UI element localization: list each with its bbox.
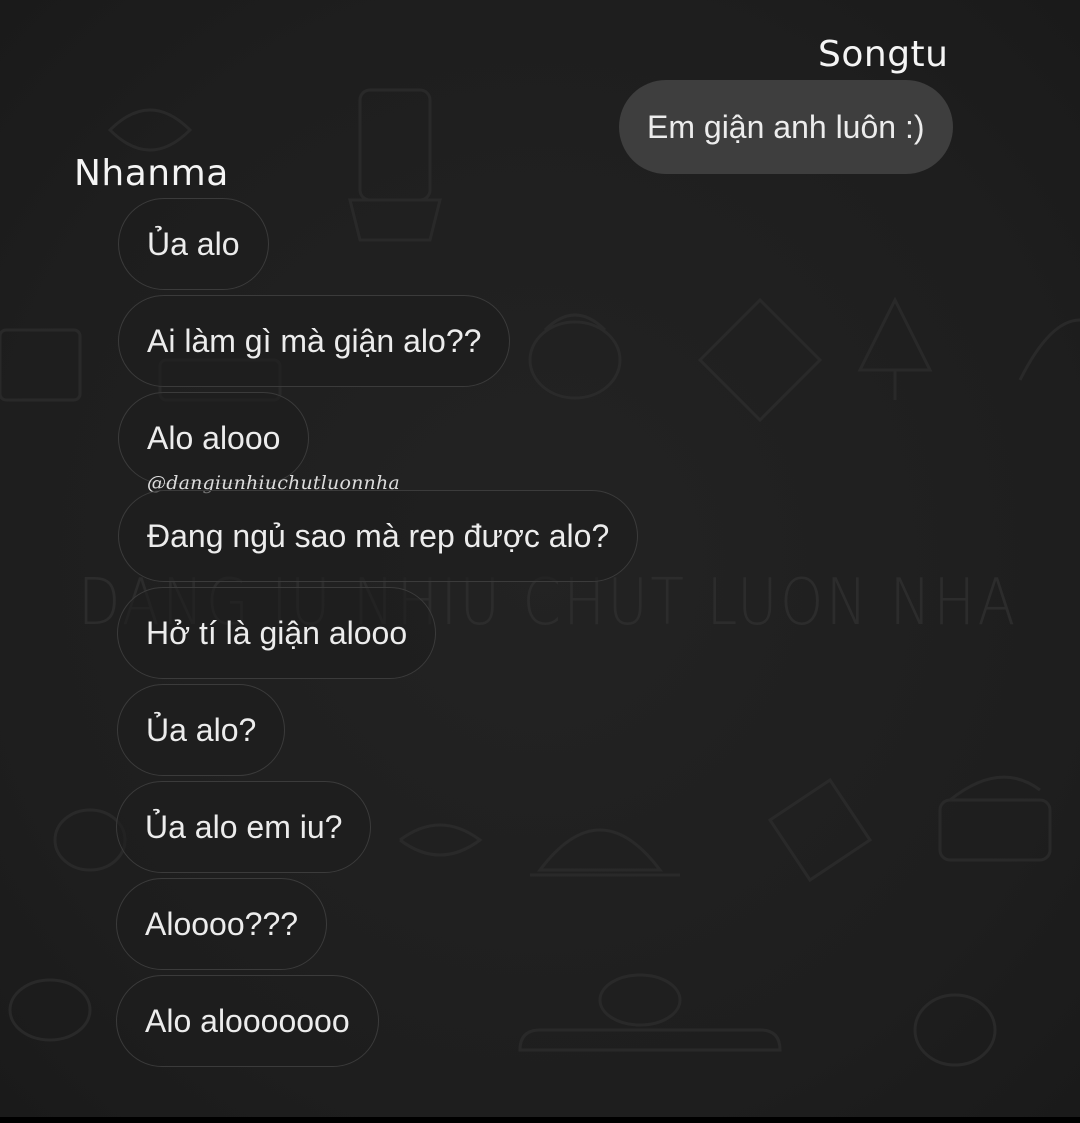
message-bubble-incoming[interactable]: Ủa alo — [118, 198, 269, 290]
message-bubble-outgoing[interactable]: Em giận anh luôn :) — [619, 80, 953, 174]
sender-name-outgoing: Songtu — [818, 34, 949, 75]
message-bubble-incoming[interactable]: Đang ngủ sao mà rep được alo? — [118, 490, 639, 582]
message-bubble-incoming[interactable]: Alo alooooooo — [116, 975, 379, 1067]
message-bubble-incoming[interactable]: Alo alooo — [118, 392, 310, 484]
message-bubble-incoming[interactable]: Ủa alo em iu? — [116, 781, 372, 873]
message-bubble-incoming[interactable]: Ủa alo? — [117, 684, 286, 776]
message-bubble-incoming[interactable]: Hở tí là giận alooo — [117, 587, 437, 679]
chat-screen: DANG IU NHIU CHUT LUON NHA Songtu Em giậ… — [0, 0, 1080, 1123]
message-bubble-incoming[interactable]: Aloooo??? — [116, 878, 328, 970]
bottom-edge — [0, 1117, 1080, 1123]
message-bubble-incoming[interactable]: Ai làm gì mà giận alo?? — [118, 295, 511, 387]
sender-name-incoming: Nhanma — [74, 153, 229, 194]
